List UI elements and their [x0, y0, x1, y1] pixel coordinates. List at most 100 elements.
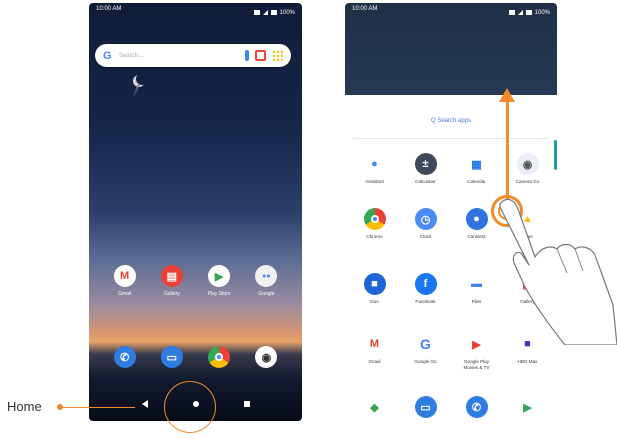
app-chrome[interactable]: Chrome [352, 208, 398, 240]
dock-messages[interactable]: ▭ [150, 346, 194, 368]
files-icon: ▬ [465, 273, 488, 295]
app-label: Assistant [365, 179, 384, 184]
phone-icon: ✆ [465, 396, 488, 418]
app-clock[interactable]: ◷ Clock [403, 208, 449, 240]
phone-icon: ✆ [113, 346, 136, 368]
app-messages[interactable]: ▭ [403, 396, 449, 418]
gmail-icon: M [363, 333, 386, 355]
dock-camera[interactable]: ◉ [244, 346, 288, 368]
app-gmail[interactable]: M Gmail [352, 333, 398, 370]
search-placeholder: Search... [119, 52, 144, 59]
wifi-icon [508, 10, 515, 15]
callout-line [60, 407, 135, 408]
app-label: Chrome [366, 234, 383, 239]
messages-icon: ▭ [414, 396, 437, 418]
home-dock: ✆ ▭ ◉ [89, 346, 302, 368]
app-grid-row: ● Assistant ± Calculator ▦ Calendar ◉ Ca… [345, 153, 557, 185]
status-time: 10:00 AM [96, 6, 122, 12]
dock-chrome[interactable] [197, 346, 241, 368]
screen: 10:00 AM 100% G Search... M Gmail ▤ Gall… [0, 0, 617, 439]
facebook-icon: f [414, 273, 437, 295]
recent-apps-button[interactable] [243, 401, 250, 407]
wifi-icon [253, 10, 260, 15]
app-label: Google Go [414, 359, 437, 364]
calculator-icon: ± [414, 153, 437, 175]
gallery-icon: ▤ [160, 265, 183, 287]
google-icon: G [414, 333, 437, 355]
app-label: Gallery [163, 291, 180, 297]
chrome-icon [208, 346, 231, 368]
app-label: Google Play Movies & TV [463, 359, 490, 370]
app-gallery[interactable]: ▤ Gallery [150, 265, 194, 297]
wallpaper-decor [131, 83, 141, 99]
play-store-icon: ▶ [516, 396, 539, 418]
status-time: 10:00 AM [352, 6, 378, 12]
app-facebook[interactable]: f Facebook [403, 273, 449, 305]
home-screen-phone: 10:00 AM 100% G Search... M Gmail ▤ Gall… [89, 3, 302, 421]
apps-grid-icon[interactable] [272, 50, 283, 61]
hand-gesture-icon [499, 198, 617, 345]
play-movies-icon: ▶ [465, 333, 488, 355]
app-calendar[interactable]: ▦ Calendar [454, 153, 500, 185]
app-play-store[interactable]: ▶ [505, 396, 551, 418]
app-files[interactable]: ▬ Files [454, 273, 500, 305]
home-button-highlight [164, 381, 216, 433]
app-assistant[interactable]: ● Assistant [352, 153, 398, 185]
app-label: Files [471, 299, 482, 304]
google-search-bar[interactable]: G Search... [95, 44, 291, 67]
google-logo-icon: G [103, 49, 112, 62]
app-label: Contacts [467, 234, 486, 239]
app-google-go[interactable]: G Google Go [403, 333, 449, 370]
mic-icon[interactable] [245, 50, 249, 61]
status-bar: 10:00 AM 100% [89, 3, 302, 19]
clock-icon: ◷ [414, 208, 437, 230]
swipe-up-arrow-icon [499, 88, 515, 102]
chrome-icon [363, 208, 386, 230]
app-play-movies[interactable]: ▶ Google Play Movies & TV [454, 333, 500, 370]
lens-icon[interactable] [255, 50, 266, 61]
app-label: Clock [419, 234, 432, 239]
app-label: Gmail [368, 359, 381, 364]
app-label: Calendar [467, 179, 486, 184]
app-label: Gmail [118, 291, 132, 297]
app-label: Calculator [415, 179, 436, 184]
app-grid-row: ◆ ▭ ✆ ▶ [345, 396, 557, 418]
app-label: Google [258, 291, 275, 297]
search-apps-field[interactable]: Q Search apps [345, 118, 557, 124]
camera-icon: ◉ [255, 346, 278, 368]
back-button[interactable] [141, 400, 148, 408]
app-duo[interactable]: ■ Duo [352, 273, 398, 305]
assistant-icon: ● [363, 153, 386, 175]
signal-icon [517, 10, 523, 15]
app-label: Duo [370, 299, 379, 304]
app-label: Facebook [415, 299, 436, 304]
battery-level: 100% [534, 9, 550, 16]
signal-icon [262, 10, 268, 15]
app-phone[interactable]: ✆ [454, 396, 500, 418]
battery-level: 100% [279, 9, 295, 16]
camera-icon: ◉ [516, 153, 539, 175]
dock-phone[interactable]: ✆ [103, 346, 147, 368]
duo-icon: ■ [363, 273, 386, 295]
maps-icon: ◆ [363, 396, 386, 418]
gmail-icon: M [113, 265, 136, 287]
app-label: HBO Max [517, 359, 538, 364]
divider [353, 138, 549, 139]
app-camera-go[interactable]: ◉ Camera Go [505, 153, 551, 185]
app-label: Play Store [207, 291, 231, 297]
app-play-store[interactable]: ▶ Play Store [197, 265, 241, 297]
home-app-row: M Gmail ▤ Gallery ▶ Play Store ●● Google [89, 265, 302, 297]
status-bar: 10:00 AM 100% [345, 3, 557, 19]
contacts-icon: ● [465, 208, 488, 230]
home-callout-label: Home [7, 399, 42, 414]
play-store-icon: ▶ [208, 265, 231, 287]
google-folder-icon: ●● [255, 265, 278, 287]
messages-icon: ▭ [160, 346, 183, 368]
app-maps[interactable]: ◆ [352, 396, 398, 418]
app-calculator[interactable]: ± Calculator [403, 153, 449, 185]
app-label: Camera Go [515, 179, 540, 184]
app-google-folder[interactable]: ●● Google [244, 265, 288, 297]
battery-icon [525, 10, 532, 15]
calendar-icon: ▦ [465, 153, 488, 175]
app-gmail[interactable]: M Gmail [103, 265, 147, 297]
